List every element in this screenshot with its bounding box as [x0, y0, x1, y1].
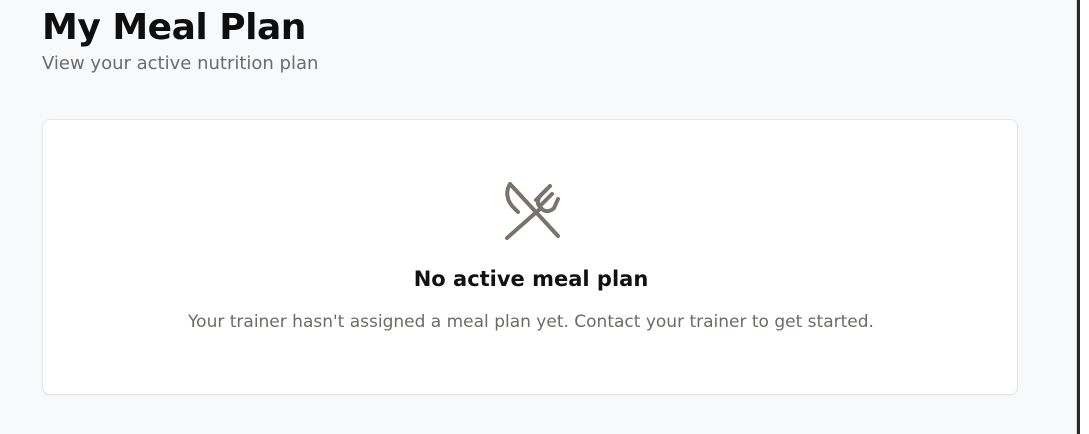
- meal-plan-page: My Meal Plan View your active nutrition …: [0, 0, 1089, 434]
- empty-state-card: No active meal plan Your trainer hasn't …: [42, 119, 1018, 395]
- empty-state-title: No active meal plan: [413, 267, 649, 291]
- window-border: [1077, 0, 1080, 434]
- utensils-crossed-icon: [505, 182, 560, 240]
- page-subtitle: View your active nutrition plan: [42, 53, 319, 74]
- empty-state-message: Your trainer hasn't assigned a meal plan…: [188, 312, 874, 332]
- window-edge: [1076, 0, 1089, 434]
- page-title: My Meal Plan: [42, 7, 306, 48]
- page-header: My Meal Plan View your active nutrition …: [42, 4, 318, 76]
